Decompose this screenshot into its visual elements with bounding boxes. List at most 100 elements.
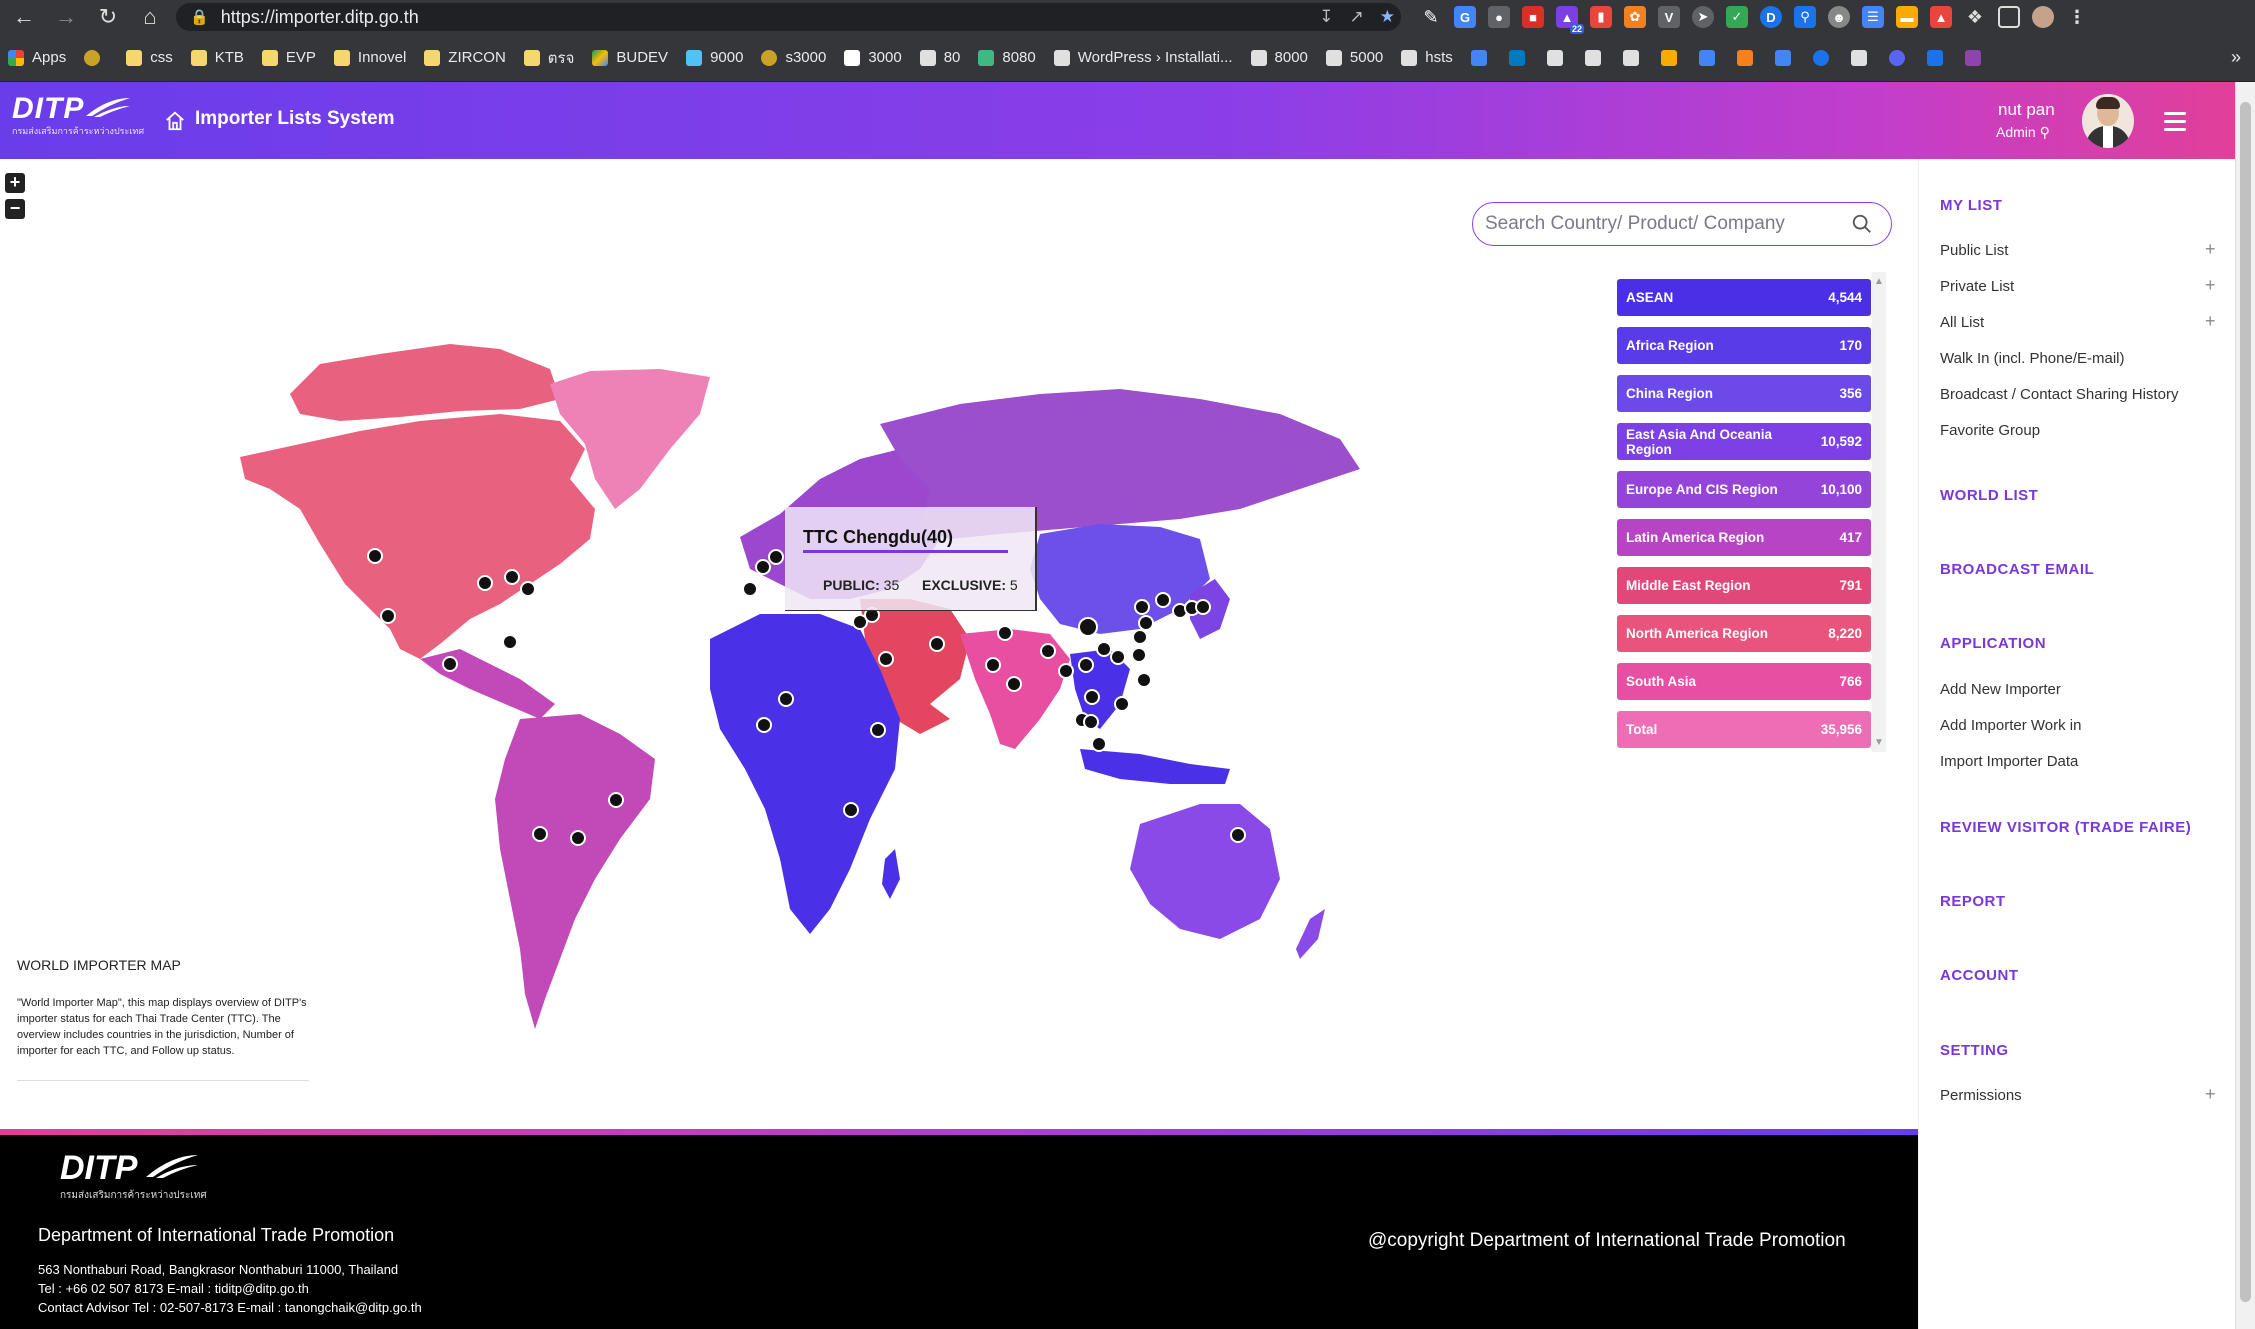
sidebar-item-all-list[interactable]: All List [1940, 314, 1984, 331]
footer-contact: Tel : +66 02 507 8173 E-mail : tiditp@di… [38, 1281, 309, 1296]
bookmark-evp[interactable]: EVP [261, 49, 316, 66]
footer: DITP กรมส่งเสริมการค้าระหว่างประเทศ Depa… [0, 1135, 1918, 1329]
bookmark-icons-group[interactable] [1470, 49, 1989, 66]
region-item[interactable]: Africa Region 170 [1617, 327, 1871, 364]
sidebar-item-add-new-importer[interactable]: Add New Importer [1940, 681, 2061, 698]
region-item[interactable]: North America Region 8,220 [1617, 615, 1871, 652]
pen-extension-icon[interactable]: ✎ [1420, 6, 1442, 28]
note-extension-icon[interactable]: ▬ [1896, 6, 1918, 28]
camera-extension-icon[interactable]: ● [1488, 6, 1510, 28]
sidepanel-icon[interactable] [1998, 6, 2020, 28]
sidebar-heading-application[interactable]: APPLICATION [1940, 635, 2046, 652]
translate-extension-icon[interactable]: G [1454, 6, 1476, 28]
region-item[interactable]: Middle East Region 791 [1617, 567, 1871, 604]
sidebar-heading-report[interactable]: REPORT [1940, 893, 2006, 910]
region-list-scrollbar[interactable]: ▲ ▼ [1872, 272, 1886, 752]
region-item[interactable]: China Region 356 [1617, 375, 1871, 412]
page-scrollbar[interactable] [2235, 82, 2255, 1329]
region-item[interactable]: ASEAN 4,544 [1617, 279, 1871, 316]
red-extension-icon[interactable]: ■ [1522, 6, 1544, 28]
bookmark-label: hsts [1425, 49, 1453, 66]
search-input[interactable]: Search Country/ Product/ Company [1472, 202, 1892, 246]
sidebar-heading-setting[interactable]: SETTING [1940, 1042, 2009, 1059]
pin-extension-icon[interactable]: ▲ [1930, 6, 1952, 28]
bookmark-8000[interactable]: 8000 [1250, 49, 1308, 66]
sidebar-item-permissions[interactable]: Permissions [1940, 1087, 2022, 1104]
home-icon[interactable]: ⌂ [132, 0, 168, 34]
bookmark-label: KTB [214, 49, 244, 66]
sidebar-item-import-importer-data[interactable]: Import Importer Data [1940, 753, 2078, 770]
compass-extension-icon[interactable]: ➤ [1692, 6, 1714, 28]
region-item[interactable]: Latin America Region 417 [1617, 519, 1871, 556]
expand-plus-icon[interactable]: + [2205, 311, 2216, 332]
bookmark-8080[interactable]: 8080 [978, 49, 1036, 66]
footer-logo-text: DITP [60, 1149, 138, 1187]
region-list: ASEAN 4,544 Africa Region 170 China Region 35… [1617, 279, 1871, 759]
bookmark-star-icon[interactable]: ★ [1380, 7, 1395, 27]
sidebar-item-favorite-group[interactable]: Favorite Group [1940, 422, 2040, 439]
bookmark-wordpress[interactable]: WordPress › Installati... [1053, 49, 1233, 66]
sidebar-heading-broadcast-email[interactable]: BROADCAST EMAIL [1940, 561, 2094, 578]
d-extension-icon[interactable]: D [1760, 6, 1782, 28]
home-icon[interactable] [164, 110, 186, 132]
share-icon[interactable]: ↗ [1350, 7, 1364, 27]
profile-avatar[interactable] [2032, 6, 2054, 28]
bookmark-ktb[interactable]: KTB [190, 49, 244, 66]
forward-icon[interactable]: → [48, 0, 84, 34]
puzzle-extension-icon[interactable]: ❖ [1964, 6, 1986, 28]
bookmark-5000[interactable]: 5000 [1325, 49, 1383, 66]
region-item[interactable]: Total 35,956 [1617, 711, 1871, 748]
avatar[interactable] [2082, 94, 2134, 148]
bookmark-apps[interactable]: Apps [8, 49, 66, 66]
tooltip-public-label: PUBLIC: [823, 577, 880, 593]
tooltip-title: TTC Chengdu(40) [803, 527, 953, 547]
bookmark-s3000[interactable]: s3000 [761, 49, 826, 66]
bookmark-thai[interactable]: ตรจ [523, 46, 574, 70]
bookmark-extension-icon[interactable]: ▮ [1590, 6, 1612, 28]
hamburger-menu-icon[interactable] [2164, 112, 2186, 131]
bookmarks-overflow-icon[interactable]: » [2231, 47, 2241, 68]
region-item[interactable]: East Asia And Oceania Region 10,592 [1617, 423, 1871, 460]
bookmark-hsts[interactable]: hsts [1401, 49, 1453, 66]
sidebar-heading-my-list[interactable]: MY LIST [1940, 197, 2002, 214]
sidebar-item-broadcast-history[interactable]: Broadcast / Contact Sharing History [1940, 386, 2178, 403]
bookmark-innovel[interactable]: Innovel [333, 49, 406, 66]
search-icon[interactable] [1851, 213, 1873, 235]
scroll-down-icon[interactable]: ▼ [1874, 737, 1884, 748]
back-icon[interactable]: ← [6, 0, 42, 34]
sidebar-item-public-list[interactable]: Public List [1940, 242, 2008, 259]
ditp-logo[interactable]: DITP กรมส่งเสริมการค้าระหว่างประเทศ [12, 92, 144, 138]
sidebar-heading-review-visitor[interactable]: REVIEW VISITOR (TRADE FAIRE) [1940, 819, 2191, 836]
bookmark-budev[interactable]: BUDEV [592, 49, 668, 66]
reload-icon[interactable]: ↻ [90, 0, 126, 34]
sidebar-heading-world-list[interactable]: WORLD LIST [1940, 487, 2038, 504]
google-icon [1584, 49, 1601, 66]
face-extension-icon[interactable]: ☻ [1828, 6, 1850, 28]
bookmark-shield[interactable] [84, 49, 108, 66]
tabs-badge-extension-icon[interactable]: ▲ 22 [1556, 6, 1584, 34]
expand-plus-icon[interactable]: + [2205, 275, 2216, 296]
scroll-up-icon[interactable]: ▲ [1874, 276, 1884, 287]
bookmark-zircon[interactable]: ZIRCON [424, 49, 506, 66]
expand-plus-icon[interactable]: + [2205, 1084, 2216, 1105]
sidebar-item-add-importer-work[interactable]: Add Importer Work in [1940, 717, 2081, 734]
region-item[interactable]: South Asia 766 [1617, 663, 1871, 700]
vue-extension-icon[interactable]: V [1658, 6, 1680, 28]
shield-extension-icon[interactable]: ✓ [1726, 6, 1748, 28]
sidebar-item-walk-in[interactable]: Walk In (incl. Phone/E-mail) [1940, 350, 2125, 367]
sidebar-heading-account[interactable]: ACCOUNT [1940, 967, 2019, 984]
sidebar-item-private-list[interactable]: Private List [1940, 278, 2014, 295]
bookmark-css[interactable]: css [126, 49, 173, 66]
docs-extension-icon[interactable]: ☰ [1862, 6, 1884, 28]
install-icon[interactable]: ↧ [1319, 7, 1333, 27]
address-bar[interactable]: 🔒 https://importer.ditp.go.th ↧ ↗ ★ [176, 3, 1401, 31]
kebab-menu-icon[interactable]: ⋮ [2066, 6, 2088, 28]
footer-logo-swoosh-icon [146, 1155, 198, 1178]
expand-plus-icon[interactable]: + [2205, 239, 2216, 260]
bookmark-3000[interactable]: 3000 [844, 49, 902, 66]
fox-extension-icon[interactable]: ✿ [1624, 6, 1646, 28]
bookmark-80[interactable]: 80 [919, 49, 960, 66]
search-extension-icon[interactable]: ⚲ [1794, 6, 1816, 28]
bookmark-9000[interactable]: 9000 [686, 49, 743, 66]
region-item[interactable]: Europe And CIS Region 10,100 [1617, 471, 1871, 508]
